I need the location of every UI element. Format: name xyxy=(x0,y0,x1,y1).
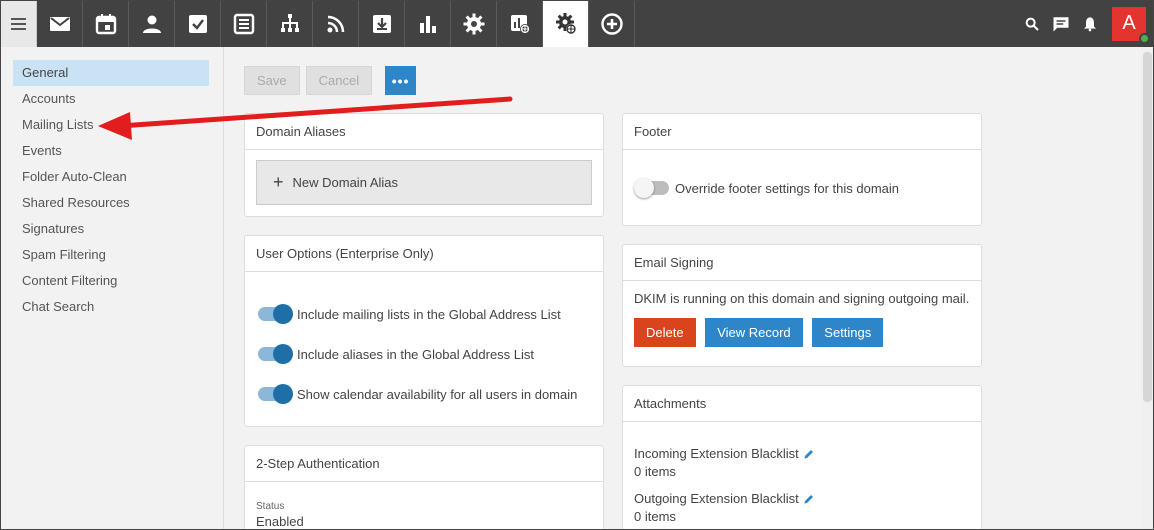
gear-icon[interactable] xyxy=(451,0,497,47)
more-actions-button[interactable]: ••• xyxy=(385,66,417,95)
toggle-switch[interactable] xyxy=(258,384,293,404)
user-options-card: User Options (Enterprise Only) Include m… xyxy=(244,235,604,427)
toggle-switch[interactable] xyxy=(634,178,669,198)
domain-settings-icon[interactable] xyxy=(543,0,589,47)
avatar-letter: A xyxy=(1122,12,1136,34)
top-navigation-bar: A xyxy=(0,0,1154,47)
toggle-switch[interactable] xyxy=(258,304,293,324)
attachments-card: Attachments Incoming Extension Blacklist… xyxy=(622,385,982,530)
view-record-button[interactable]: View Record xyxy=(705,318,803,347)
rss-icon[interactable] xyxy=(313,0,359,47)
reports-icon[interactable] xyxy=(405,0,451,47)
top-right-actions: A xyxy=(1017,0,1154,47)
add-icon[interactable] xyxy=(589,0,635,47)
incoming-blacklist-row: Incoming Extension Blacklist xyxy=(634,446,970,461)
option-label: Override footer settings for this domain xyxy=(675,180,899,196)
toolbar: Save Cancel ••• xyxy=(244,66,417,95)
two-step-auth-title: 2-Step Authentication xyxy=(245,446,603,482)
contacts-icon[interactable] xyxy=(129,0,175,47)
option-label: Include aliases in the Global Address Li… xyxy=(297,346,535,362)
email-signing-title: Email Signing xyxy=(623,245,981,281)
sitemap-icon[interactable] xyxy=(267,0,313,47)
user-options-title: User Options (Enterprise Only) xyxy=(245,236,603,272)
sidebar-item-content-filtering[interactable]: Content Filtering xyxy=(13,268,209,294)
avatar[interactable]: A xyxy=(1112,6,1150,44)
domain-aliases-title: Domain Aliases xyxy=(245,114,603,150)
menu-icon[interactable] xyxy=(0,0,37,47)
new-domain-alias-button[interactable]: + New Domain Alias xyxy=(256,160,592,205)
status-label: Status xyxy=(256,501,285,512)
sidebar-item-folder-auto-clean[interactable]: Folder Auto-Clean xyxy=(13,164,209,190)
vertical-scrollbar[interactable] xyxy=(1141,47,1154,530)
sidebar-item-signatures[interactable]: Signatures xyxy=(13,216,209,242)
sidebar-item-events[interactable]: Events xyxy=(13,138,209,164)
two-step-auth-card: 2-Step Authentication Status Enabled xyxy=(244,445,604,530)
domain-report-icon[interactable] xyxy=(497,0,543,47)
outgoing-blacklist-count: 0 items xyxy=(634,509,676,524)
plus-icon: + xyxy=(273,172,284,192)
attachments-title: Attachments xyxy=(623,386,981,422)
sidebar-item-accounts[interactable]: Accounts xyxy=(13,86,209,112)
status-value: Enabled xyxy=(256,514,304,529)
sidebar-item-chat-search[interactable]: Chat Search xyxy=(13,294,209,320)
save-button[interactable]: Save xyxy=(244,66,300,95)
option-calendar-availability: Show calendar availability for all users… xyxy=(256,374,592,414)
scrollbar-thumb[interactable] xyxy=(1143,52,1152,402)
option-label: Show calendar availability for all users… xyxy=(297,386,578,402)
footer-title: Footer xyxy=(623,114,981,150)
notes-icon[interactable] xyxy=(221,0,267,47)
option-override-footer: Override footer settings for this domain xyxy=(634,168,970,208)
search-icon[interactable] xyxy=(1017,16,1046,32)
calendar-icon[interactable] xyxy=(83,0,129,47)
chat-icon[interactable] xyxy=(1046,15,1075,33)
sidebar-item-spam-filtering[interactable]: Spam Filtering xyxy=(13,242,209,268)
email-signing-card: Email Signing DKIM is running on this do… xyxy=(622,244,982,367)
option-mailing-lists-gal: Include mailing lists in the Global Addr… xyxy=(256,294,592,334)
domain-aliases-card: Domain Aliases + New Domain Alias xyxy=(244,113,604,217)
delete-button[interactable]: Delete xyxy=(634,318,696,347)
download-icon[interactable] xyxy=(359,0,405,47)
incoming-blacklist-label: Incoming Extension Blacklist xyxy=(634,446,799,461)
sidebar-item-mailing-lists[interactable]: Mailing Lists xyxy=(13,112,209,138)
bell-icon[interactable] xyxy=(1075,15,1104,33)
tasks-icon[interactable] xyxy=(175,0,221,47)
outgoing-blacklist-row: Outgoing Extension Blacklist xyxy=(634,491,970,506)
main-content: Save Cancel ••• Domain Aliases + New Dom… xyxy=(224,47,1141,530)
mail-icon[interactable] xyxy=(37,0,83,47)
toggle-switch[interactable] xyxy=(258,344,293,364)
edit-pencil-icon[interactable] xyxy=(803,493,815,505)
cancel-button[interactable]: Cancel xyxy=(305,66,373,95)
sidebar: General Accounts Mailing Lists Events Fo… xyxy=(0,47,224,530)
sidebar-item-general[interactable]: General xyxy=(13,60,209,86)
option-label: Include mailing lists in the Global Addr… xyxy=(297,306,561,322)
sidebar-item-shared-resources[interactable]: Shared Resources xyxy=(13,190,209,216)
online-status-dot xyxy=(1139,32,1150,44)
incoming-blacklist-count: 0 items xyxy=(634,464,676,479)
outgoing-blacklist-label: Outgoing Extension Blacklist xyxy=(634,491,799,506)
settings-button[interactable]: Settings xyxy=(812,318,884,347)
new-domain-alias-label: New Domain Alias xyxy=(292,175,399,190)
dkim-status-text: DKIM is running on this domain and signi… xyxy=(634,291,970,306)
option-aliases-gal: Include aliases in the Global Address Li… xyxy=(256,334,592,374)
footer-card: Footer Override footer settings for this… xyxy=(622,113,982,226)
edit-pencil-icon[interactable] xyxy=(803,448,815,460)
